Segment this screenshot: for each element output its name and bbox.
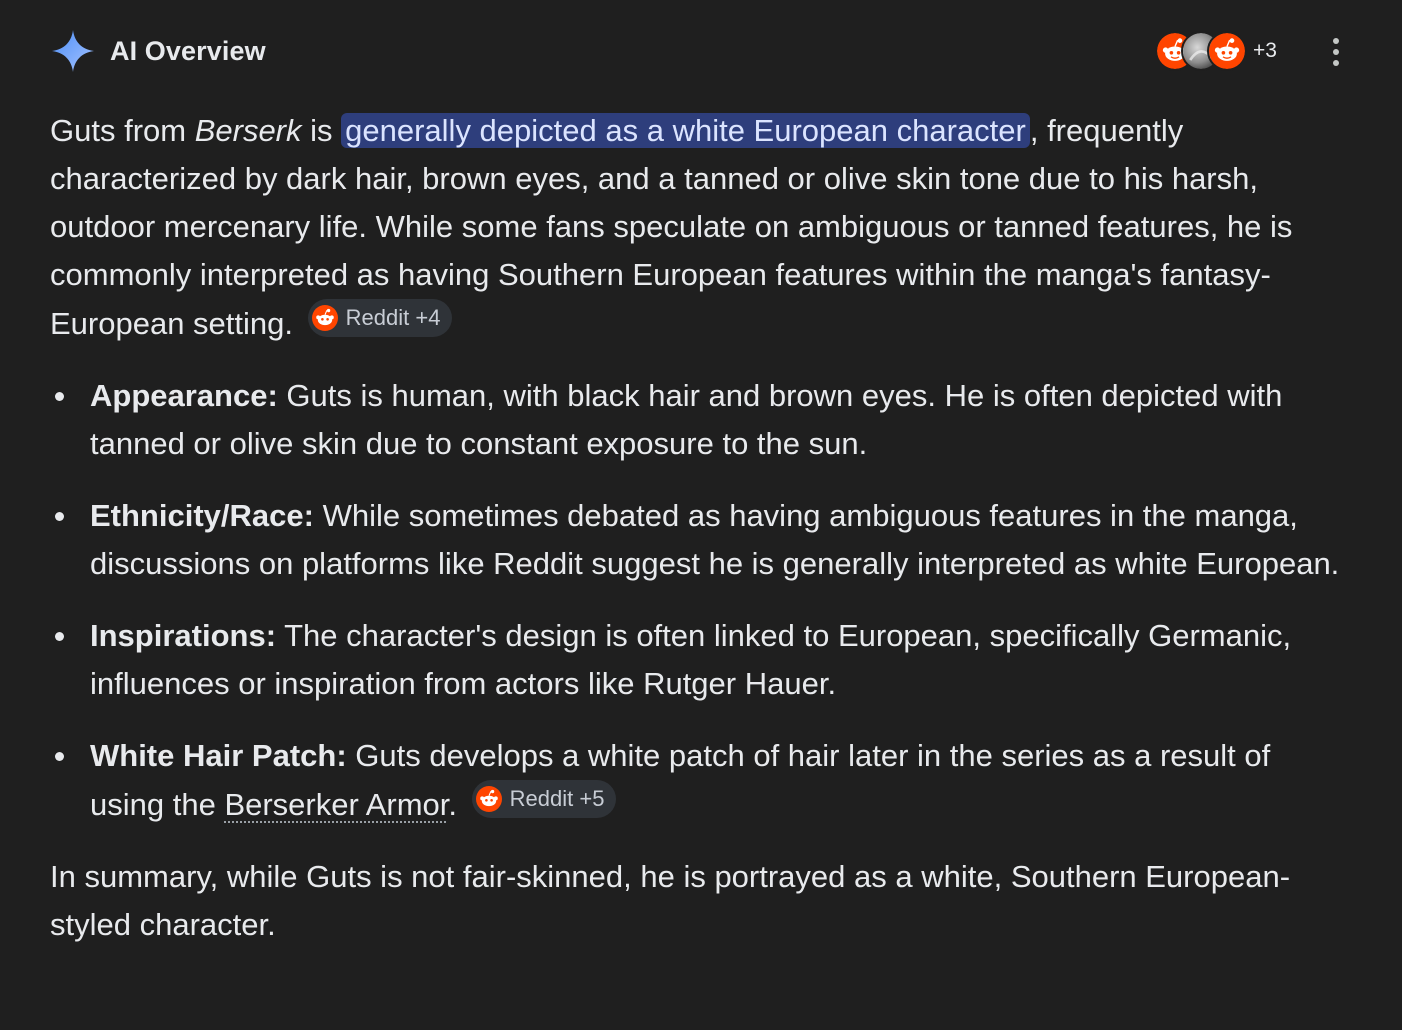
bullet-dot [55,632,64,641]
summary-paragraph: In summary, while Guts is not fair-skinn… [50,859,1291,942]
intro-paragraph: Guts from Berserk is generally depicted … [50,107,1350,348]
list-item-text: . [448,787,458,822]
list-item-term: Ethnicity/Race: [90,498,314,533]
reddit-icon [311,305,338,331]
reddit-icon [475,786,502,812]
series-title: Berserk [194,113,302,148]
intro-text: is [301,113,342,148]
list-item: Appearance: Guts is human, with black ha… [50,372,1350,468]
list-item-term: White Hair Patch: [90,738,347,773]
bullet-dot [55,392,64,401]
menu-dot [1333,60,1339,66]
ai-overview-body: Guts from Berserk is generally depicted … [50,107,1350,949]
berserker-armor-link[interactable]: Berserker Armor [224,787,448,822]
source-chip-label: Reddit +4 [345,305,441,330]
bullet-dot [55,752,64,761]
ai-overview-title: AI Overview [110,35,266,66]
bullet-dot [55,512,64,521]
intro-text: Guts from [50,113,195,148]
gemini-sparkle-icon [52,30,94,72]
more-vert-icon[interactable] [1320,36,1352,68]
list-item: Inspirations: The character's design is … [50,612,1350,708]
list-item: Ethnicity/Race: While sometimes debated … [50,492,1350,588]
source-chip[interactable]: Reddit +5 [471,780,617,818]
highlighted-answer: generally depicted as a white European c… [341,113,1030,148]
list-item-term: Inspirations: [90,618,277,653]
source-avatars[interactable]: +3 [1155,29,1277,73]
more-sources-count[interactable]: +3 [1253,39,1277,63]
source-chip-label: Reddit +5 [509,786,605,811]
detail-list: Appearance: Guts is human, with black ha… [50,372,1350,829]
ai-overview-header: AI Overview [50,28,266,74]
list-item: White Hair Patch: Guts develops a white … [50,732,1350,829]
list-item-term: Appearance: [90,378,278,413]
menu-dot [1333,49,1339,55]
reddit-icon[interactable] [1207,31,1247,71]
source-chip[interactable]: Reddit +4 [307,299,453,337]
menu-dot [1333,38,1339,44]
